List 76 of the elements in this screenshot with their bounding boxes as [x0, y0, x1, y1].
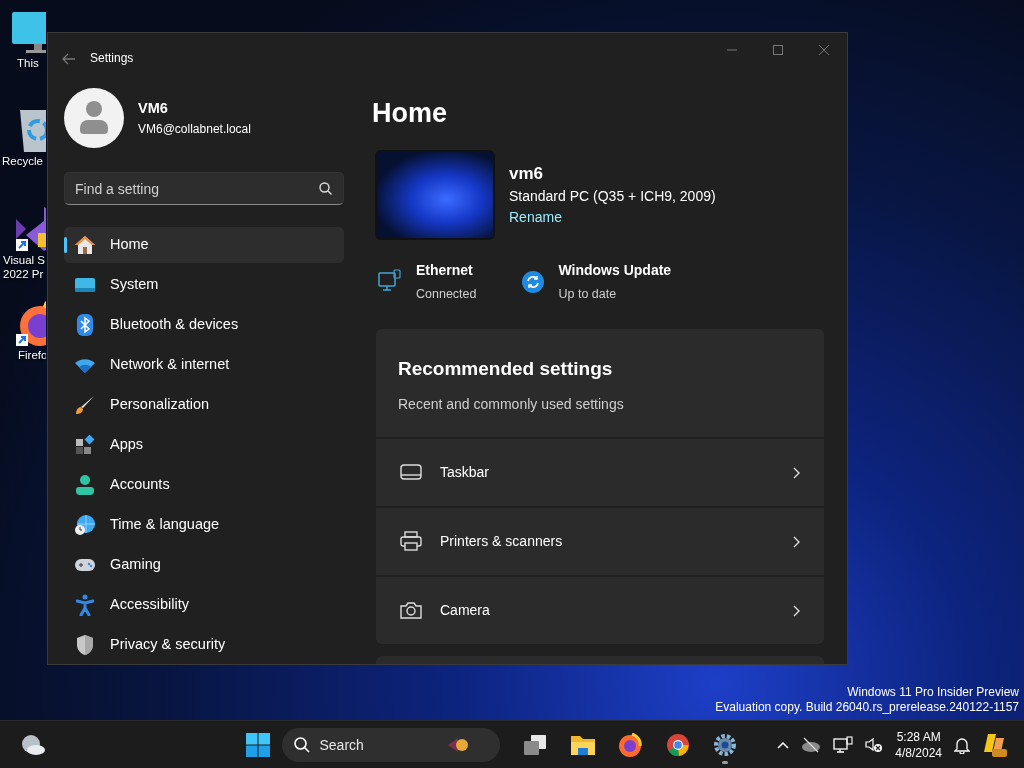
camera-icon [400, 601, 422, 620]
chevron-up-icon[interactable] [777, 740, 790, 749]
avatar[interactable] [64, 88, 124, 148]
minimize-icon [727, 49, 737, 51]
sidebar-item[interactable]: Gaming [64, 547, 344, 583]
chevron-right-icon [793, 467, 800, 480]
build-watermark-text: Windows 11 Pro Insider Preview [846, 685, 1019, 700]
desktop-icon-label[interactable]: Visual S [3, 253, 45, 267]
globe-clock-icon [74, 514, 96, 536]
settings-row[interactable]: Taskbar [376, 436, 824, 506]
rename-link[interactable]: Rename [509, 209, 562, 226]
task-view-icon [523, 733, 547, 756]
taskbar-search-field[interactable]: Search [281, 727, 500, 762]
folder-icon [569, 733, 596, 756]
sidebar-item[interactable]: Bluetooth & devices [64, 307, 344, 343]
chevron-right-icon [793, 605, 800, 618]
chrome-icon [665, 732, 690, 757]
sidebar-item[interactable]: System [64, 267, 344, 303]
settings-row[interactable]: Camera [376, 574, 824, 644]
network-monitor-icon[interactable] [833, 735, 854, 754]
network-monitor-icon [378, 269, 402, 294]
firefox-icon [618, 732, 642, 757]
window-title: Settings [90, 50, 134, 67]
device-name: vm6 [509, 162, 545, 185]
search-icon [293, 736, 310, 753]
settings-row[interactable]: Printers & scanners [376, 505, 824, 575]
desktop-icon-label[interactable]: This [17, 56, 39, 70]
clock[interactable]: 5:28 AM 4/8/2024 [895, 728, 942, 761]
cloud-off-icon[interactable] [801, 736, 822, 753]
speaker-muted-icon[interactable] [865, 736, 884, 753]
user-email: VM6@collabnet.local [138, 120, 251, 138]
paintbrush-icon [75, 395, 95, 415]
house-icon [74, 235, 96, 255]
device-model: Standard PC (Q35 + ICH9, 2009) [509, 187, 716, 207]
back-arrow-icon[interactable] [62, 52, 76, 65]
page-title: Home [372, 97, 448, 130]
app-grid-icon [75, 435, 95, 455]
desktop-icon-label[interactable]: 2022 Pr [3, 267, 44, 281]
status-subtitle: Up to date [558, 285, 618, 303]
settings-search-field[interactable]: Find a setting [64, 172, 344, 205]
sidebar-item[interactable]: Home [64, 227, 344, 263]
running-indicator [722, 760, 728, 764]
sidebar-item[interactable]: Accounts [64, 467, 344, 503]
status-subtitle: Connected [416, 285, 477, 303]
sidebar-item[interactable]: Apps [64, 427, 344, 463]
bell-icon[interactable] [954, 735, 970, 754]
sidebar-item[interactable]: Accessibility [64, 587, 344, 623]
cloud-icon[interactable] [20, 733, 46, 756]
status-title: Windows Update [558, 260, 672, 280]
card-title: Recommended settings [398, 357, 614, 382]
person-icon [76, 475, 94, 495]
desktop-icon-label[interactable]: Recycle [2, 154, 43, 168]
shield-icon [76, 634, 94, 656]
user-name: VM6 [138, 99, 169, 119]
sync-icon [522, 270, 545, 293]
chevron-right-icon [793, 536, 800, 549]
gear-icon [713, 732, 737, 757]
maximize-icon [773, 45, 783, 55]
sidebar-item[interactable]: Personalization [64, 387, 344, 423]
monitor-icon [74, 277, 96, 293]
copilot-icon[interactable] [982, 731, 1008, 758]
status-title: Ethernet [416, 260, 474, 280]
printer-icon [400, 531, 422, 552]
sidebar-item[interactable]: Privacy & security [64, 627, 344, 663]
game-controller-icon [74, 557, 96, 573]
card-subtitle: Recent and commonly used settings [398, 394, 625, 414]
build-watermark-text: Evaluation copy. Build 26040.rs_prerelease.240122-1157 [715, 700, 1019, 715]
bluetooth-icon [77, 314, 93, 336]
sidebar-item[interactable]: Network & internet [64, 347, 344, 383]
sidebar-item[interactable]: Time & language [64, 507, 344, 543]
close-icon [819, 45, 829, 55]
wifi-icon [74, 357, 96, 373]
taskbar-icon [400, 464, 422, 481]
search-icon [319, 182, 332, 195]
accessibility-figure-icon [76, 594, 94, 616]
windows-logo-icon [246, 732, 270, 757]
